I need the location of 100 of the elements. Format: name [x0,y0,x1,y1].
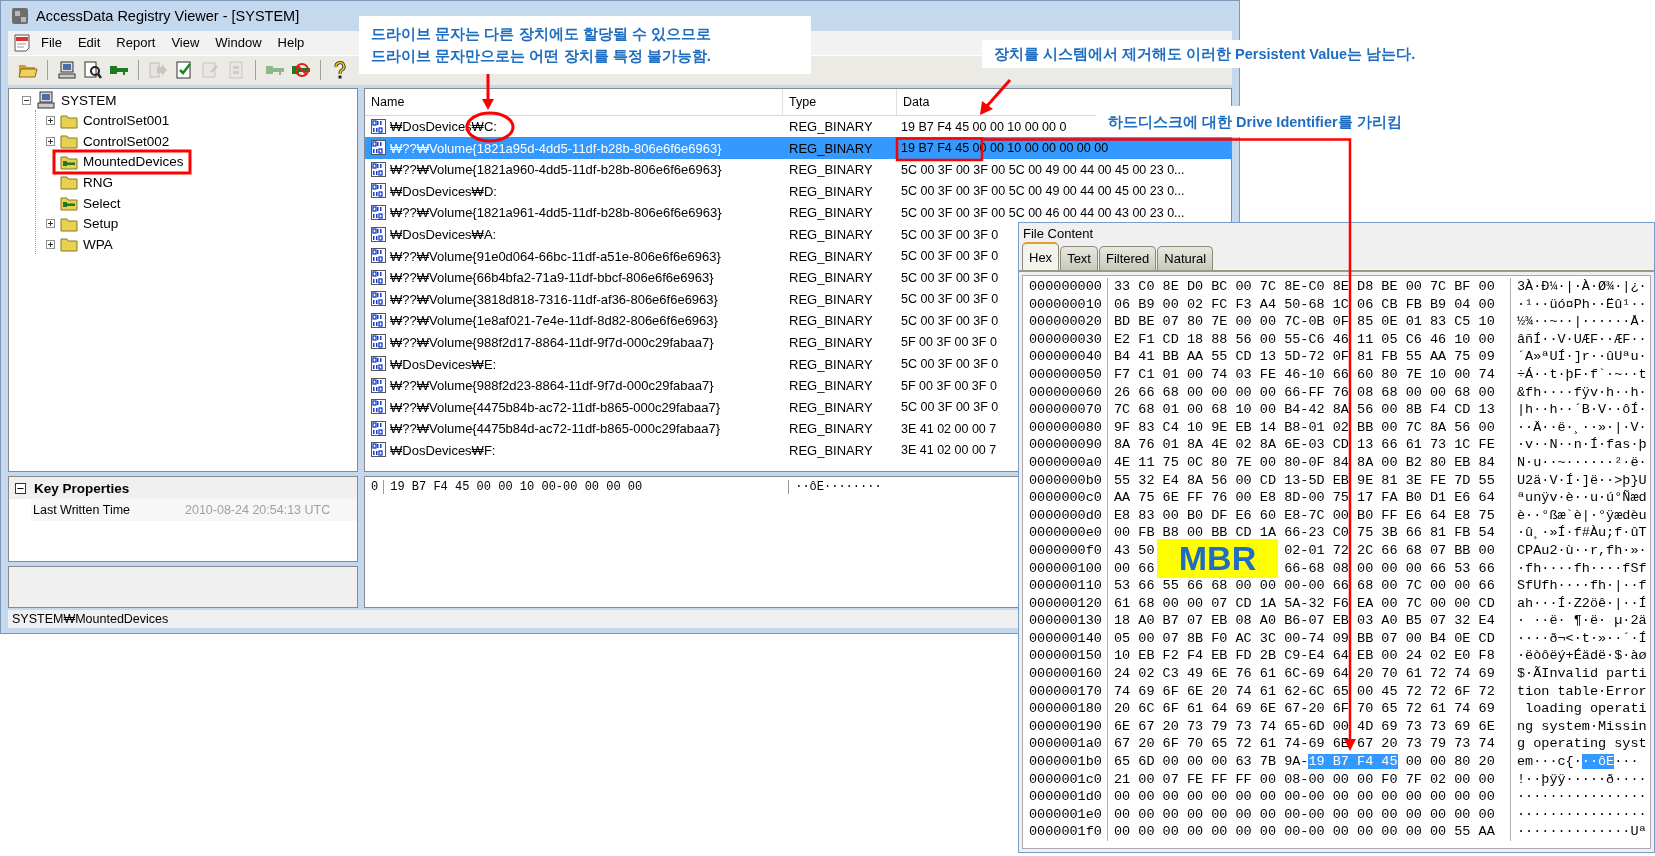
offset-label: 000000090 [1029,437,1102,453]
pointer-arrow [980,79,1012,115]
binary-value-icon [371,291,387,308]
menu-item[interactable]: View [164,33,207,53]
value-type: REG_BINARY [788,378,874,394]
value-name: ₩DosDevices₩E: [390,356,497,372]
computer-icon[interactable] [57,60,77,81]
hex-bytes: 55 32 E4 8A 56 00 CD 13-5D EB 9E 81 3E FE 7D 55 [1114,472,1495,488]
menu-item[interactable]: File [34,33,69,53]
hex-bytes: BD BE 07 80 7E 00 00 7C-0B 0F 85 0E 01 83 C5 10 [1114,314,1495,330]
hex-bytes: 65 6D 00 00 00 63 7B 9A- [1114,754,1309,770]
value-type: REG_BINARY [788,356,874,372]
hex-bytes: 19 B7 F4 45 00 00 10 00-00 00 00 00 [384,480,790,495]
hex-bytes: B4 41 BB AA 55 CD 13 5D-72 0F 81 FB 55 AA 75 09 [1114,349,1495,365]
tree-item[interactable]: Select [83,195,121,211]
minus-icon[interactable] [22,95,31,105]
folder-icon [60,174,78,191]
computer-icon [36,91,56,110]
hex-bytes: 74 69 6F 6E 20 74 61 62-6C 65 00 45 72 72 6F 72 [1114,683,1495,699]
offset-label: 000000180 [1029,701,1102,717]
document-icon[interactable] [12,32,32,53]
hex-bytes: 67 20 6F 70 65 72 61 74-69 6E 67 20 73 79 73 74 [1114,736,1495,752]
offset-label: 000000150 [1029,648,1102,664]
tab[interactable]: Hex [1022,242,1060,270]
collapse-icon[interactable] [15,483,26,494]
column-header[interactable]: Data [897,88,1231,115]
tab[interactable]: Text [1060,246,1098,270]
value-name: ₩DosDevices₩F: [390,442,496,458]
offset-label: 0000001a0 [1029,736,1102,752]
plus-icon[interactable] [46,219,55,229]
plus-icon[interactable] [46,136,55,146]
hex-bytes: AA 75 6E FF 76 00 E8 8D-00 75 17 FA B0 D1 E6 64 [1114,490,1495,506]
menu-item[interactable]: Edit [70,33,108,53]
value-type: REG_BINARY [788,248,874,264]
binary-value-icon [371,269,387,286]
tree-item[interactable]: ControlSet001 [83,113,170,129]
binary-value-icon [371,248,387,265]
ascii-text: ah···Í·Z2öê·|··Í [1517,595,1647,611]
ascii-text: 3À·Ð¼·|·À·Ø¾·|¿· [1517,279,1647,294]
binary-value-icon [371,204,387,221]
tree-item[interactable]: SYSTEM [61,92,117,108]
plus-icon[interactable] [46,239,55,249]
ascii-text: ················ [1517,806,1647,822]
ascii-text: ng system·Missin [1517,718,1647,734]
ascii-text: ················ [1517,789,1647,805]
ascii-text: tion table·Error [1517,683,1647,699]
hex-bytes: 4E 11 75 0C 80 7E 00 80-0F 84 8A 00 B2 80 EB 84 [1114,454,1495,470]
ascii-text: ·ëòôëý+Éädë·$·àø [1517,648,1647,664]
plus-icon[interactable] [46,116,55,126]
offset-label: 000000120 [1029,595,1102,611]
tree-item[interactable]: WPA [83,236,113,252]
offset-label: 0000000b0 [1029,472,1102,488]
window-title: File Content [1023,226,1094,241]
menu-item[interactable]: Report [109,33,163,53]
table-row[interactable]: ₩DosDevices₩D: REG_BINARY 5C 00 3F 00 3F 00 5C 00 49 00 44 00 45 00 23 0... [365,180,1231,203]
menu-item[interactable]: Window [208,33,269,53]
value-type: REG_BINARY [788,183,874,199]
checklist-icon[interactable] [174,60,194,81]
tree-item[interactable]: Setup [83,216,119,232]
tree-item[interactable]: ControlSet002 [83,133,170,149]
value-data: 5C 00 3F 00 3F 0 [900,270,999,285]
menu-item[interactable]: Help [270,33,312,53]
ascii-text: !··þÿÿ·····ð···· [1517,771,1647,787]
offset-label: 000000010 [1029,296,1102,312]
value-name: ₩??₩Volume{4475b84d-ac72-11df-b865-000c29fabaa7} [390,421,721,437]
hex-bytes: 61 68 00 00 07 CD 1A 5A-32 F6 EA 00 7C 00 00 CD [1114,595,1495,611]
ascii-text: ····ð¬<·t·»··´·Í [1517,630,1647,646]
value-data: 5C 00 3F 00 3F 0 [900,227,999,242]
hex-bytes: E2 F1 CD 18 88 56 00 55-C6 46 11 05 C6 46 10 00 [1114,331,1495,347]
binary-value-icon [371,399,387,416]
property-name: Last Written Time [32,503,132,518]
binary-value-icon [371,183,387,200]
tree-item[interactable]: RNG [83,174,113,190]
table-row[interactable]: ₩??₩Volume{1821a961-4dd5-11df-b28b-806e6f6e6963} REG_BINARY 5C 00 3F 00 3F 00 5C 00 46 00 44 00 43 00 23 0... [365,202,1231,224]
value-data: 5F 00 3F 00 3F 0 [900,378,997,393]
value-name: ₩DosDevices₩A: [390,227,497,242]
hex-bytes: 24 02 C3 49 6E 76 61 6C-69 64 20 70 61 72 74 69 [1114,666,1495,682]
value-type: REG_BINARY [788,227,874,242]
value-data: 5C 00 3F 00 3F 0 [900,292,999,307]
tab[interactable]: Filtered [1098,246,1157,270]
binary-value-icon [371,118,387,135]
value-name: ₩??₩Volume{1821a960-4dd5-11df-b28b-806e6f6e6963} [390,162,722,178]
ascii-text: è··°ßæ`è|·°ÿædèu [1517,507,1647,523]
column-header[interactable]: Type [783,88,897,115]
value-data: 5C 00 3F 00 3F 00 5C 00 49 00 44 00 45 00 23 0... [900,184,1185,199]
ascii-text: U2ä·V·Í·]ë··>þ}U [1517,472,1647,488]
binary-value-icon [371,226,387,243]
tree-item[interactable]: MountedDevices [83,154,184,170]
ascii-text: &fh····fÿv·h··h· [1517,384,1647,400]
tab[interactable]: Natural [1157,246,1214,270]
offset-label: 000000070 [1029,402,1102,418]
search-icon[interactable] [83,60,103,81]
offset-label: 000000050 [1029,366,1102,382]
table-row[interactable]: ₩??₩Volume{1821a960-4dd5-11df-b28b-806e6f6e6963} REG_BINARY 5C 00 3F 00 3F 00 5C 00 49 00 44 00 45 00 23 0... [365,158,1231,181]
value-type: REG_BINARY [788,291,874,307]
value-name: ₩??₩Volume{1e8af021-7e4e-11df-8d82-806e6f6e6963} [390,313,718,329]
value-data: 5C 00 3F 00 3F 00 5C 00 49 00 44 00 45 00 23 0... [900,162,1185,177]
offset-label: 000000100 [1029,560,1102,576]
offset-label: 0000000a0 [1029,454,1102,470]
value-data: 5C 00 3F 00 3F 0 [900,249,999,264]
